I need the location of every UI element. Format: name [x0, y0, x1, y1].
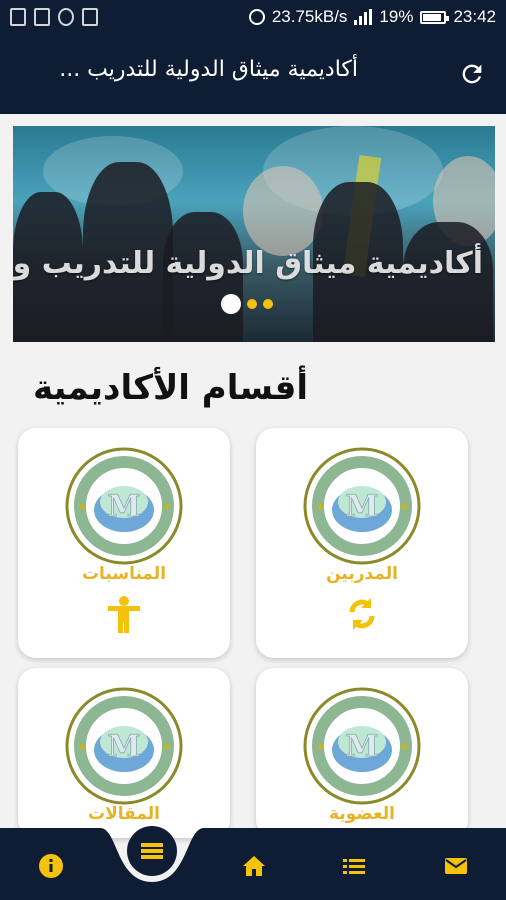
category-card-membership[interactable]: M ★ ★ العضوية — [256, 668, 468, 838]
category-card-events[interactable]: M ★ ★ المناسبات — [18, 428, 230, 658]
card-label: المناسبات — [81, 564, 167, 584]
signal-icon — [354, 9, 373, 25]
section-title: أقسام الأكاديمية — [32, 368, 308, 408]
svg-text:M: M — [107, 489, 140, 524]
svg-text:★: ★ — [316, 502, 325, 513]
app-bar: أكاديمية ميثاق الدولية للتدريب ... — [0, 36, 506, 114]
slider-dots — [221, 294, 273, 314]
svg-text:★: ★ — [162, 742, 171, 753]
svg-text:★: ★ — [78, 502, 87, 513]
list-icon[interactable] — [340, 852, 368, 880]
alarm-icon — [248, 9, 265, 25]
academy-logo: M ★ ★ — [303, 687, 421, 805]
hotspot-icon — [58, 8, 74, 26]
menu-icon — [141, 843, 163, 859]
banner-figure — [403, 222, 493, 342]
sim-icon — [82, 8, 98, 26]
mail-icon[interactable] — [442, 852, 470, 880]
svg-text:M: M — [107, 729, 140, 764]
card-label: المدربين — [326, 564, 398, 584]
network-speed: 23.75kB/s — [271, 7, 348, 26]
info-icon[interactable] — [37, 852, 65, 880]
slider-dot[interactable] — [247, 299, 257, 309]
home-icon[interactable] — [240, 852, 268, 880]
banner-slider[interactable]: أكاديمية ميثاق الدولية للتدريب والتسويق — [13, 126, 495, 342]
refresh-icon — [349, 598, 375, 630]
slider-dot-active[interactable] — [221, 294, 241, 314]
category-card-trainers[interactable]: M ★ ★ المدربين — [256, 428, 468, 658]
svg-text:★: ★ — [400, 502, 409, 513]
status-bar: 23.75kB/s 19% 23:42 — [0, 0, 506, 36]
person-icon — [108, 596, 140, 633]
bottom-navigation — [0, 826, 506, 900]
lock-icon — [34, 8, 50, 26]
academy-logo: M ★ ★ — [65, 447, 183, 565]
banner-caption: أكاديمية ميثاق الدولية للتدريب والتسويق — [13, 246, 483, 281]
status-notification-icons — [10, 8, 98, 26]
category-card-articles[interactable]: M ★ ★ المقالات — [18, 668, 230, 838]
slider-dot[interactable] — [263, 299, 273, 309]
card-label: المقالات — [88, 804, 160, 824]
svg-text:★: ★ — [78, 742, 87, 753]
academy-logo: M ★ ★ — [303, 447, 421, 565]
app-title: أكاديمية ميثاق الدولية للتدريب ... — [59, 57, 358, 82]
academy-logo: M ★ ★ — [65, 687, 183, 805]
svg-text:★: ★ — [400, 742, 409, 753]
svg-text:M: M — [345, 489, 378, 524]
svg-text:★: ★ — [162, 502, 171, 513]
banner-face — [243, 166, 323, 256]
battery-icon — [420, 10, 450, 24]
svg-text:M: M — [345, 729, 378, 764]
refresh-icon[interactable] — [458, 60, 486, 88]
image-icon — [10, 8, 26, 26]
card-label: العضوية — [329, 804, 395, 824]
battery-percent: 19% — [379, 7, 414, 26]
svg-text:★: ★ — [316, 742, 325, 753]
clock: 23:42 — [453, 7, 496, 26]
menu-fab-button[interactable] — [127, 826, 177, 876]
